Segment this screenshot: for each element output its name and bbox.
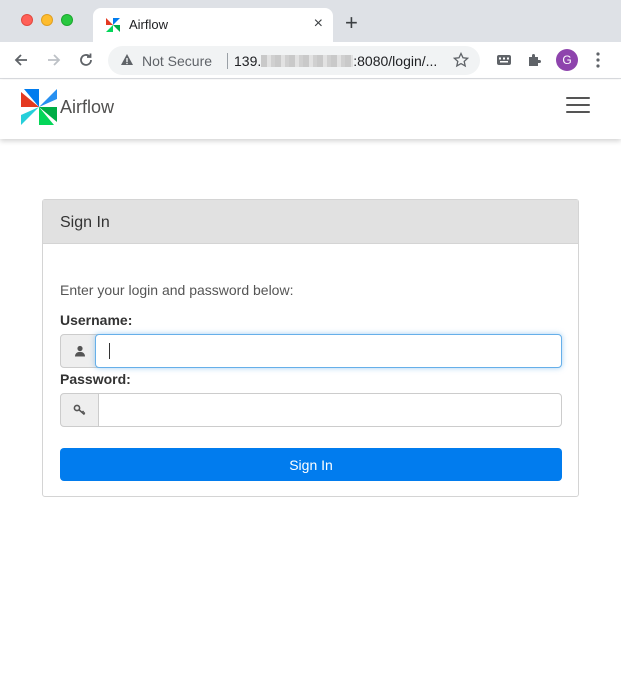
new-tab-button[interactable]: + bbox=[345, 12, 358, 34]
login-panel-title: Sign In bbox=[60, 214, 110, 231]
password-label: Password: bbox=[60, 371, 131, 387]
user-icon bbox=[74, 345, 85, 357]
url-prefix: 139. bbox=[234, 53, 262, 69]
url-text[interactable]: 139. :8080/login/... bbox=[234, 53, 437, 69]
sign-in-button[interactable]: Sign In bbox=[60, 448, 562, 481]
window-close-button[interactable] bbox=[21, 14, 33, 26]
keyboard-extension-icon[interactable] bbox=[495, 51, 513, 69]
bookmark-star-icon[interactable] bbox=[453, 52, 469, 68]
profile-avatar[interactable]: G bbox=[556, 49, 578, 71]
warning-icon bbox=[121, 54, 133, 65]
browser-toolbar: Not Secure 139. :8080/login/... G bbox=[0, 42, 621, 79]
security-status-label[interactable]: Not Secure bbox=[142, 53, 212, 69]
airflow-logo-icon[interactable] bbox=[21, 89, 57, 125]
app-navbar: Airflow bbox=[0, 80, 621, 139]
password-input[interactable] bbox=[98, 393, 562, 427]
menu-bar-bottom bbox=[566, 111, 590, 113]
arrow-right-icon bbox=[48, 54, 61, 66]
navbar-toggle-menu-icon[interactable] bbox=[566, 97, 590, 113]
extensions-puzzle-icon[interactable] bbox=[526, 51, 544, 69]
back-button[interactable] bbox=[11, 50, 31, 70]
window-zoom-button[interactable] bbox=[61, 14, 73, 26]
tab-close-icon[interactable]: × bbox=[314, 15, 323, 33]
airflow-favicon-icon bbox=[106, 18, 120, 32]
menu-bar-middle bbox=[566, 104, 590, 106]
login-panel: Sign In Enter your login and password be… bbox=[42, 199, 579, 497]
browser-menu-icon[interactable] bbox=[590, 51, 606, 69]
text-cursor bbox=[109, 343, 110, 359]
browser-titlebar: Airflow × + bbox=[0, 0, 621, 42]
username-input-group bbox=[60, 334, 562, 368]
brand-name[interactable]: Airflow bbox=[60, 97, 114, 118]
login-panel-header: Sign In bbox=[43, 200, 578, 244]
tab-title: Airflow bbox=[129, 17, 169, 32]
reload-icon bbox=[80, 53, 92, 66]
arrow-left-icon bbox=[14, 54, 27, 66]
url-suffix: :8080/login/... bbox=[353, 53, 438, 69]
address-bar[interactable]: Not Secure 139. :8080/login/... bbox=[108, 46, 480, 75]
password-addon bbox=[60, 393, 99, 427]
address-separator bbox=[227, 53, 228, 69]
menu-bar-top bbox=[566, 97, 590, 99]
key-icon bbox=[73, 404, 85, 416]
username-addon bbox=[60, 334, 99, 368]
forward-button[interactable] bbox=[44, 50, 64, 70]
password-input-group bbox=[60, 393, 562, 427]
redacted-address-block bbox=[261, 55, 354, 67]
window-minimize-button[interactable] bbox=[41, 14, 53, 26]
username-label: Username: bbox=[60, 312, 133, 328]
login-help-text: Enter your login and password below: bbox=[60, 282, 294, 298]
username-input[interactable] bbox=[95, 334, 562, 368]
browser-tab[interactable]: Airflow × bbox=[93, 8, 333, 42]
reload-button[interactable] bbox=[76, 50, 96, 70]
